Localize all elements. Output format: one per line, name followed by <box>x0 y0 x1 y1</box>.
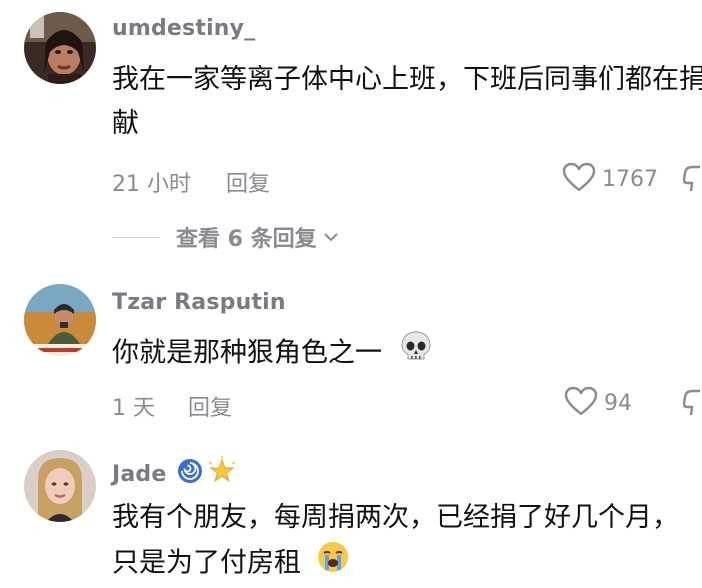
skull-emoji <box>399 330 433 378</box>
glowing-star-emoji <box>207 456 237 492</box>
avatar[interactable] <box>24 284 96 356</box>
chevron-down-icon <box>323 228 339 247</box>
reply-button[interactable]: 回复 <box>226 166 270 198</box>
username[interactable]: Jade <box>112 456 237 492</box>
reply-button[interactable]: 回复 <box>188 390 232 422</box>
username[interactable]: Tzar Rasputin <box>112 290 286 315</box>
heart-icon <box>562 162 596 196</box>
dislike-icon[interactable] <box>682 164 702 198</box>
view-replies-button[interactable]: 查看 6 条回复 <box>112 222 339 252</box>
comment-time: 21 小时 <box>112 172 191 197</box>
comment-text: 我在一家等离子体中心上班，下班后同事们都在捐献 <box>112 64 702 139</box>
username-text: Jade <box>112 461 167 487</box>
like-button[interactable]: 1767 <box>562 162 658 196</box>
comment-time: 1 天 <box>112 396 155 421</box>
comment-text-content: 我有个朋友，每周捐两次，已经捐了好几个月，只是为了付房租 <box>112 502 679 579</box>
like-count: 1767 <box>602 166 658 192</box>
cyclone-emoji <box>177 458 203 490</box>
comment-text-content: 你就是那种狠角色之一 <box>112 337 382 369</box>
like-button[interactable]: 94 <box>564 386 632 420</box>
view-replies-label: 查看 6 条回复 <box>176 227 317 252</box>
loudly-crying-face-emoji <box>316 540 350 588</box>
like-count: 94 <box>604 390 632 416</box>
dislike-icon[interactable] <box>682 388 702 422</box>
comment-text: 你就是那种狠角色之一 <box>112 330 433 378</box>
divider <box>112 236 160 238</box>
username[interactable]: umdestiny_ <box>112 16 255 41</box>
avatar[interactable] <box>24 12 96 84</box>
avatar[interactable] <box>24 450 96 522</box>
heart-icon <box>564 386 598 420</box>
comment-text: 我有个朋友，每周捐两次，已经捐了好几个月，只是为了付房租 <box>112 496 692 588</box>
